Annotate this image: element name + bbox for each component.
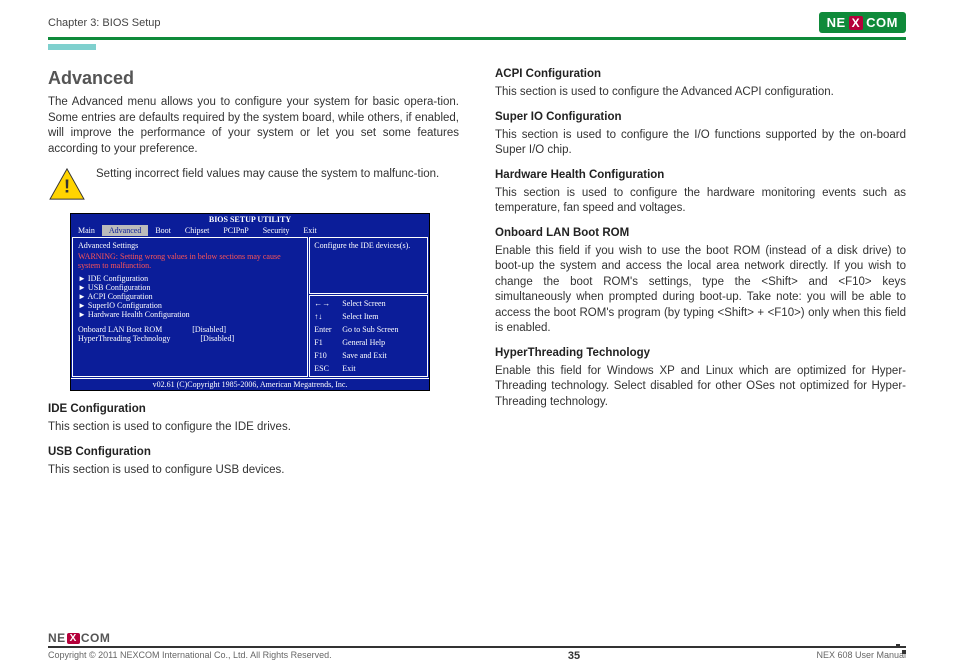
bios-setting-value: [Disabled] (200, 334, 234, 343)
bios-menu-item: ► SuperIO Configuration (78, 301, 302, 310)
bios-menu-label: ACPI Configuration (87, 292, 152, 301)
section-heading-acpi: ACPI Configuration (495, 68, 906, 80)
bios-right-panel: Configure the IDE devices(s). ←→ Select S… (309, 237, 428, 377)
bios-copyright: v02.61 (C)Copyright 1985-2006, American … (71, 378, 429, 390)
brand-x-icon: X (67, 633, 80, 644)
bios-key: ↑↓ (314, 312, 338, 321)
bios-key: ESC (314, 364, 338, 373)
brand-text-right: COM (81, 631, 111, 645)
footer-rule (48, 646, 906, 648)
bios-tab: Main (71, 225, 102, 236)
section-text-usb: This section is used to configure USB de… (48, 463, 459, 479)
bios-help-text: Configure the IDE devices(s). (309, 237, 428, 294)
bios-key-row: F1 General Help (314, 338, 423, 347)
section-heading-superio: Super IO Configuration (495, 111, 906, 123)
section-text-ide: This section is used to configure the ID… (48, 420, 459, 436)
right-column: ACPI Configuration This section is used … (495, 68, 906, 488)
brand-text-right: COM (866, 15, 898, 30)
bios-menu-label: USB Configuration (88, 283, 150, 292)
bios-key: Enter (314, 325, 338, 334)
bios-section-heading: Advanced Settings (78, 241, 302, 250)
bios-key-action: General Help (342, 338, 385, 347)
bios-key-row: ESC Exit (314, 364, 423, 373)
bios-setting-key: Onboard LAN Boot ROM (78, 325, 162, 334)
section-text-acpi: This section is used to configure the Ad… (495, 85, 906, 101)
brand-text-left: NE (827, 15, 846, 30)
section-text-lan-boot: Enable this field if you wish to use the… (495, 244, 906, 337)
bios-setting-row: Onboard LAN Boot ROM [Disabled] (78, 325, 302, 334)
section-text-superio: This section is used to configure the I/… (495, 128, 906, 159)
svg-text:!: ! (64, 177, 70, 198)
bios-menu-item: ► USB Configuration (78, 283, 302, 292)
warning-triangle-icon: ! (48, 167, 86, 201)
bios-key-action: Save and Exit (342, 351, 386, 360)
bios-setting-key: HyperThreading Technology (78, 334, 170, 343)
bios-menu-item: ► Hardware Health Configuration (78, 310, 302, 319)
intro-paragraph: The Advanced menu allows you to configur… (48, 95, 459, 157)
bios-key-action: Select Item (342, 312, 378, 321)
section-text-hardware-health: This section is used to configure the ha… (495, 186, 906, 217)
bios-menu-label: SuperIO Configuration (88, 301, 162, 310)
bios-key-row: ←→ Select Screen (314, 299, 423, 308)
section-heading-hyperthreading: HyperThreading Technology (495, 347, 906, 359)
chapter-label: Chapter 3: BIOS Setup (48, 17, 161, 29)
brand-logo-top: NE X COM (819, 12, 906, 33)
left-column: Advanced The Advanced menu allows you to… (48, 68, 459, 488)
bios-key: F10 (314, 351, 338, 360)
brand-text-left: NE (48, 631, 66, 645)
bios-title: BIOS SETUP UTILITY (71, 214, 429, 225)
bios-tab: Security (256, 225, 297, 236)
section-heading-usb: USB Configuration (48, 446, 459, 458)
page-footer: NE X COM Copyright © 2011 NEXCOM Interna… (0, 631, 954, 672)
bios-menu-label: IDE Configuration (88, 274, 148, 283)
section-text-hyperthreading: Enable this field for Windows XP and Lin… (495, 364, 906, 411)
brand-x-icon: X (849, 16, 864, 30)
bios-setting-value: [Disabled] (192, 325, 226, 334)
bios-screenshot: BIOS SETUP UTILITY Main Advanced Boot Ch… (70, 213, 430, 391)
bios-key-action: Exit (342, 364, 355, 373)
section-heading-ide: IDE Configuration (48, 403, 459, 415)
brand-logo-bottom: NE X COM (48, 631, 110, 645)
bios-key-row: ↑↓ Select Item (314, 312, 423, 321)
bios-key: F1 (314, 338, 338, 347)
bios-tab: Boot (148, 225, 178, 236)
footer-manual-name: NEX 608 User Manual (816, 650, 906, 662)
bios-key-legend: ←→ Select Screen ↑↓ Select Item Enter Go to… (309, 295, 428, 377)
bios-key-row: Enter Go to Sub Screen (314, 325, 423, 334)
bios-setting-row: HyperThreading Technology [Disabled] (78, 334, 302, 343)
bios-menu-item: ► IDE Configuration (78, 274, 302, 283)
bios-tab-row: Main Advanced Boot Chipset PCIPnP Securi… (71, 225, 429, 236)
bios-body: Advanced Settings WARNING: Setting wrong… (71, 236, 429, 378)
bios-menu-item: ► ACPI Configuration (78, 292, 302, 301)
bios-key-action: Select Screen (342, 299, 385, 308)
header-rule (48, 37, 906, 40)
section-heading-hardware-health: Hardware Health Configuration (495, 169, 906, 181)
bios-key-action: Go to Sub Screen (342, 325, 398, 334)
bios-tab: Exit (296, 225, 323, 236)
page-header: Chapter 3: BIOS Setup NE X COM (0, 0, 954, 37)
bios-menu-label: Hardware Health Configuration (88, 310, 190, 319)
content-columns: Advanced The Advanced menu allows you to… (0, 68, 954, 488)
bios-tab: PCIPnP (216, 225, 255, 236)
bios-key-row: F10 Save and Exit (314, 351, 423, 360)
warning-text: Setting incorrect field values may cause… (96, 167, 439, 201)
bios-left-panel: Advanced Settings WARNING: Setting wrong… (72, 237, 308, 377)
footer-line: Copyright © 2011 NEXCOM International Co… (48, 650, 906, 662)
bios-warning-text: WARNING: Setting wrong values in below s… (78, 252, 302, 270)
page-title: Advanced (48, 68, 459, 89)
tab-stub-icon (48, 44, 96, 50)
section-heading-lan-boot: Onboard LAN Boot ROM (495, 227, 906, 239)
bios-key: ←→ (314, 299, 338, 308)
bios-tab: Chipset (178, 225, 216, 236)
page-number: 35 (568, 650, 580, 662)
bios-tab-active: Advanced (102, 225, 148, 236)
warning-callout: ! Setting incorrect field values may cau… (48, 167, 459, 201)
footer-copyright: Copyright © 2011 NEXCOM International Co… (48, 650, 332, 662)
